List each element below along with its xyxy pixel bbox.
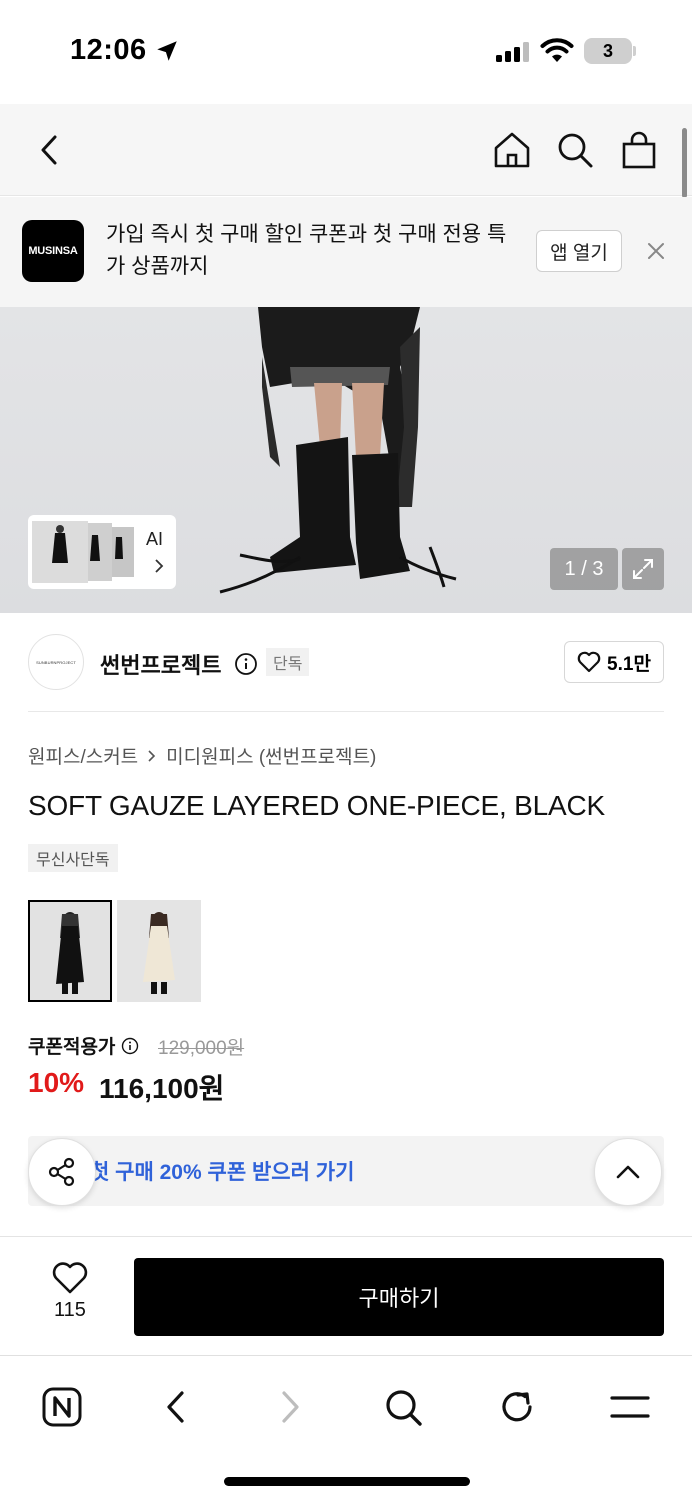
share-icon — [48, 1157, 75, 1187]
chevron-right-icon — [155, 559, 164, 573]
cart-button[interactable] — [617, 128, 661, 172]
home-indicator — [224, 1477, 470, 1486]
browser-forward-button[interactable] — [260, 1377, 320, 1437]
info-icon[interactable] — [121, 1037, 139, 1055]
app-install-banner: MUSINSA 가입 즉시 첫 구매 할인 쿠폰과 첫 구매 전용 특가 상품까… — [0, 197, 692, 307]
browser-reload-button[interactable] — [487, 1377, 547, 1437]
info-icon[interactable] — [234, 652, 258, 676]
status-time: 12:06 — [70, 34, 147, 66]
search-icon — [386, 1390, 422, 1426]
brand-row: SUNBURNPROJECT 썬번프로젝트 단독 5.1만 — [28, 634, 664, 712]
wifi-icon — [540, 38, 574, 62]
wishlist-button[interactable]: 115 — [30, 1261, 110, 1337]
lookbook-thumb-images — [32, 521, 134, 583]
breadcrumb-subcategory[interactable]: 미디원피스 (썬번프로젝트) — [166, 742, 376, 769]
chevron-right-icon — [148, 749, 156, 762]
breadcrumb-category[interactable]: 원피스/스커트 — [28, 742, 138, 769]
browser-menu-button[interactable] — [600, 1377, 660, 1437]
reload-icon — [502, 1392, 532, 1422]
close-icon[interactable] — [642, 237, 670, 265]
exclusive-badge: 단독 — [266, 648, 310, 676]
page-scrollbar[interactable] — [682, 128, 687, 198]
brand-like-button[interactable]: 5.1만 — [564, 641, 664, 683]
cellular-signal-icon — [496, 42, 529, 62]
discount-rate: 10% — [28, 1067, 85, 1098]
color-option-black[interactable] — [28, 900, 112, 1002]
product-title: SOFT GAUZE LAYERED ONE-PIECE, BLACK — [28, 790, 605, 821]
expand-icon — [633, 559, 653, 579]
top-navigation — [0, 104, 692, 196]
wishlist-count: 115 — [54, 1299, 86, 1321]
home-icon — [494, 132, 530, 168]
chevron-up-icon — [616, 1165, 640, 1179]
browser-back-button[interactable] — [146, 1377, 206, 1437]
color-option-ivory[interactable] — [117, 900, 201, 1002]
back-button[interactable] — [28, 128, 72, 172]
naver-home-button[interactable] — [32, 1377, 92, 1437]
banner-message: 가입 즉시 첫 구매 할인 쿠폰과 첫 구매 전용 특가 상품까지 — [106, 223, 507, 278]
chevron-left-icon — [167, 1391, 184, 1423]
scroll-to-top-button[interactable] — [594, 1138, 662, 1206]
black-dress-thumbnail — [28, 900, 112, 1002]
search-button[interactable] — [553, 128, 597, 172]
status-bar: 12:06 3 — [0, 0, 692, 104]
shopping-bag-icon — [622, 131, 656, 169]
coupon-price-text: 쿠폰적용가 — [28, 1037, 116, 1058]
chevron-right-icon — [282, 1391, 299, 1423]
search-icon — [558, 133, 593, 168]
share-button[interactable] — [28, 1138, 96, 1206]
brand-logo[interactable]: SUNBURNPROJECT — [28, 634, 84, 690]
ivory-dress-thumbnail — [117, 900, 201, 1002]
browser-toolbar — [0, 1357, 692, 1500]
naver-n-icon — [42, 1387, 82, 1427]
home-button[interactable] — [490, 128, 534, 172]
expand-image-button[interactable] — [622, 548, 664, 590]
first-purchase-coupon-bar[interactable]: 첫 구매 20% 쿠폰 받으러 가기 — [28, 1136, 664, 1206]
back-chevron-icon — [41, 135, 57, 165]
image-page-indicator: 1 / 3 — [550, 548, 618, 590]
browser-search-button[interactable] — [373, 1377, 433, 1437]
product-image-gallery[interactable]: AI 1 / 3 — [0, 307, 692, 613]
ai-lookbook-thumbnails[interactable]: AI — [28, 515, 176, 589]
coupon-price-label: 쿠폰적용가 — [28, 1032, 139, 1059]
menu-icon — [610, 1396, 650, 1418]
musinsa-logo: MUSINSA — [22, 220, 84, 282]
buy-button[interactable]: 구매하기 — [134, 1258, 664, 1336]
heart-icon — [577, 651, 601, 673]
battery-indicator: 3 — [584, 38, 632, 64]
open-app-button[interactable]: 앱 열기 — [536, 230, 622, 272]
final-price: 116,100원 — [99, 1073, 225, 1104]
brand-name[interactable]: 썬번프로젝트 — [100, 648, 221, 680]
battery-tip — [633, 46, 636, 56]
breadcrumb: 원피스/스커트 미디원피스 (썬번프로젝트) — [28, 742, 376, 769]
purchase-bar: 115 구매하기 — [0, 1236, 692, 1356]
heart-icon — [52, 1262, 88, 1294]
coupon-bar-text: 첫 구매 20% 쿠폰 받으러 가기 — [90, 1161, 355, 1184]
location-arrow-icon — [157, 41, 177, 61]
product-exclusive-tag: 무신사단독 — [28, 844, 118, 872]
brand-like-count: 5.1만 — [607, 653, 651, 675]
original-price: 129,000원 — [158, 1038, 245, 1059]
ai-label: AI — [146, 529, 164, 549]
